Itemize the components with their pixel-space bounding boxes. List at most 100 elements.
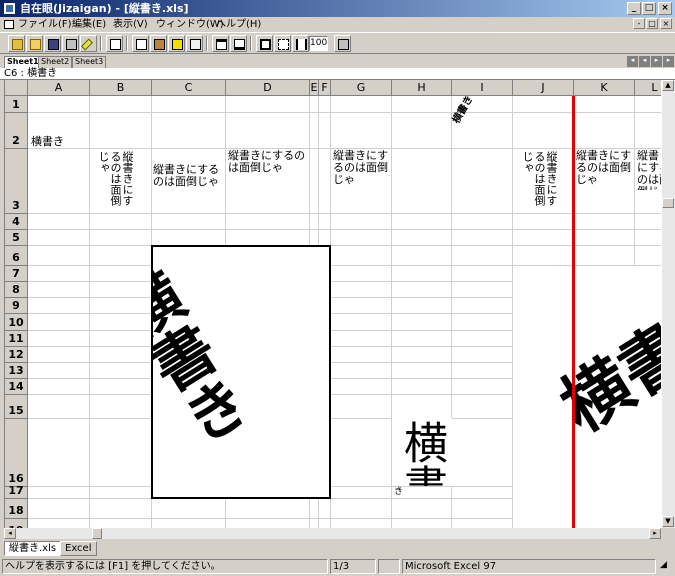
zoom-width-icon[interactable]: [292, 35, 309, 52]
cell-j3[interactable]: 縦書きにするのは面倒じゃ: [521, 151, 558, 211]
zoom-fit-icon[interactable]: [274, 35, 291, 52]
menu-file[interactable]: ファイル(F): [18, 18, 72, 31]
merged-cell-c6[interactable]: 横書き: [151, 245, 331, 499]
menu-window[interactable]: ウィンドウ(W): [156, 18, 224, 31]
column-header-d[interactable]: D: [226, 80, 310, 96]
row-header-1[interactable]: 1: [5, 96, 28, 113]
row-header-10[interactable]: 10: [5, 314, 28, 331]
cell-b3[interactable]: 縦書きにするのは面倒じゃ: [97, 151, 134, 211]
maximize-button[interactable]: □: [642, 2, 656, 15]
row-header-6[interactable]: 6: [5, 246, 28, 266]
column-header-c[interactable]: C: [152, 80, 226, 96]
first-sheet-icon[interactable]: ◂: [627, 56, 638, 67]
spreadsheet-grid[interactable]: A B C D E F G H I J K L 1 2 3 4 5 6 7 8 …: [4, 80, 661, 528]
zoom-level[interactable]: 100: [309, 36, 328, 51]
last-sheet-icon[interactable]: ▸: [663, 56, 674, 67]
tab-sheet2[interactable]: Sheet2: [38, 56, 73, 68]
scroll-right-icon[interactable]: ▸: [649, 528, 661, 539]
doc-restore-button[interactable]: □: [646, 18, 658, 29]
vscroll-thumb[interactable]: [662, 198, 674, 208]
select-all-corner[interactable]: [5, 80, 28, 96]
page-next-icon[interactable]: [230, 35, 247, 52]
open-file-icon[interactable]: [26, 35, 43, 52]
cell-a2[interactable]: 横書き: [31, 136, 64, 148]
window-tab-xls[interactable]: 縦書き.xls: [4, 541, 62, 556]
column-header-j[interactable]: J: [513, 80, 574, 96]
merged-cell-j6[interactable]: 横書: [513, 266, 661, 528]
cell-h16[interactable]: 横書: [392, 418, 452, 486]
column-header-k[interactable]: K: [574, 80, 635, 96]
menu-edit[interactable]: 編集(E): [72, 18, 106, 31]
row-header-11[interactable]: 11: [5, 331, 28, 347]
format-brush-icon[interactable]: [80, 35, 97, 52]
row-header-9[interactable]: 9: [5, 298, 28, 314]
row-header-12[interactable]: 12: [5, 347, 28, 363]
row-header-13[interactable]: 13: [5, 363, 28, 379]
prev-sheet-icon[interactable]: ◂: [639, 56, 650, 67]
resize-grip-icon[interactable]: ◢: [658, 559, 673, 574]
column-header-g[interactable]: G: [331, 80, 392, 96]
zoom-actual-icon[interactable]: [256, 35, 273, 52]
page-prev-icon[interactable]: [212, 35, 229, 52]
document-icon[interactable]: [4, 20, 14, 29]
cell-d3[interactable]: 縦書きにするのは面倒じゃ: [228, 150, 310, 174]
column-header-b[interactable]: B: [90, 80, 152, 96]
doc-minimize-button[interactable]: -: [633, 18, 645, 29]
window-icon[interactable]: [106, 35, 123, 52]
settings-icon[interactable]: [334, 35, 351, 52]
column-header-l[interactable]: L: [635, 80, 661, 96]
title-bar[interactable]: 自在眼(Jizaigan) - [縦書き.xls]: [0, 0, 675, 17]
toolbar: 100: [0, 32, 675, 54]
cell-c3[interactable]: 縦書きにするのは面倒じゃ: [153, 164, 225, 188]
window-tab-excel[interactable]: Excel: [60, 541, 97, 556]
eraser-icon[interactable]: [186, 35, 203, 52]
row-header-4[interactable]: 4: [5, 214, 28, 230]
column-header-e[interactable]: E: [310, 80, 319, 96]
close-button[interactable]: ×: [658, 2, 672, 15]
row-header-5[interactable]: 5: [5, 230, 28, 246]
highlight-icon[interactable]: [168, 35, 185, 52]
tab-sheet1[interactable]: Sheet1: [4, 56, 42, 68]
next-sheet-icon[interactable]: ▸: [651, 56, 662, 67]
horizontal-scrollbar[interactable]: ◂ ▸: [4, 528, 661, 539]
row-header-14[interactable]: 14: [5, 379, 28, 395]
paste-icon[interactable]: [150, 35, 167, 52]
menu-help[interactable]: ヘルプ(H): [216, 18, 261, 31]
status-help-text: ヘルプを表示するには [F1] を押してください。: [2, 559, 328, 574]
row-header-18[interactable]: 18: [5, 499, 28, 519]
row-header-19[interactable]: 19: [5, 519, 28, 528]
scroll-up-icon[interactable]: ▲: [662, 80, 674, 91]
copy-icon[interactable]: [132, 35, 149, 52]
column-header-a[interactable]: A: [28, 80, 90, 96]
row-header-17[interactable]: 17: [5, 484, 28, 499]
column-header-h[interactable]: H: [392, 80, 452, 96]
cell-h17[interactable]: き: [394, 486, 403, 498]
sheet-tab-bar: Sheet1 Sheet2 Sheet3 ◂ ◂ ▸ ▸: [0, 56, 675, 68]
cell-l3[interactable]: 縦書きにするのは面倒じゃ: [637, 150, 661, 190]
status-bar: ヘルプを表示するには [F1] を押してください。 1/3 Microsoft …: [0, 558, 675, 576]
save-icon[interactable]: [44, 35, 61, 52]
menu-bar: ファイル(F) 編集(E) 表示(V) ウィンドウ(W) ヘルプ(H): [0, 17, 675, 32]
row-header-8[interactable]: 8: [5, 282, 28, 298]
row-header-3[interactable]: 3: [5, 149, 28, 214]
menu-view[interactable]: 表示(V): [113, 18, 148, 31]
app-icon[interactable]: [3, 2, 16, 15]
hscroll-thumb[interactable]: [92, 528, 102, 539]
cell-i2[interactable]: 横書き: [451, 94, 476, 126]
column-header-f[interactable]: F: [319, 80, 331, 96]
scroll-left-icon[interactable]: ◂: [4, 528, 16, 539]
row-header-15[interactable]: 15: [5, 395, 28, 419]
print-icon[interactable]: [62, 35, 79, 52]
cell-k3[interactable]: 縦書きにするのは面倒じゃ: [576, 150, 634, 186]
column-header-i[interactable]: I: [452, 80, 513, 96]
minimize-button[interactable]: _: [627, 2, 641, 15]
open-folder-icon[interactable]: [8, 35, 25, 52]
doc-close-button[interactable]: ×: [660, 18, 672, 29]
row-header-2[interactable]: 2: [5, 113, 28, 149]
vertical-scrollbar[interactable]: ▲ ▼: [661, 80, 675, 528]
tab-sheet3[interactable]: Sheet3: [72, 56, 107, 68]
scroll-down-icon[interactable]: ▼: [662, 516, 674, 527]
row-header-16[interactable]: 16: [5, 419, 28, 487]
row-header-7[interactable]: 7: [5, 266, 28, 282]
cell-g3[interactable]: 縦書きにするのは面倒じゃ: [333, 150, 391, 186]
